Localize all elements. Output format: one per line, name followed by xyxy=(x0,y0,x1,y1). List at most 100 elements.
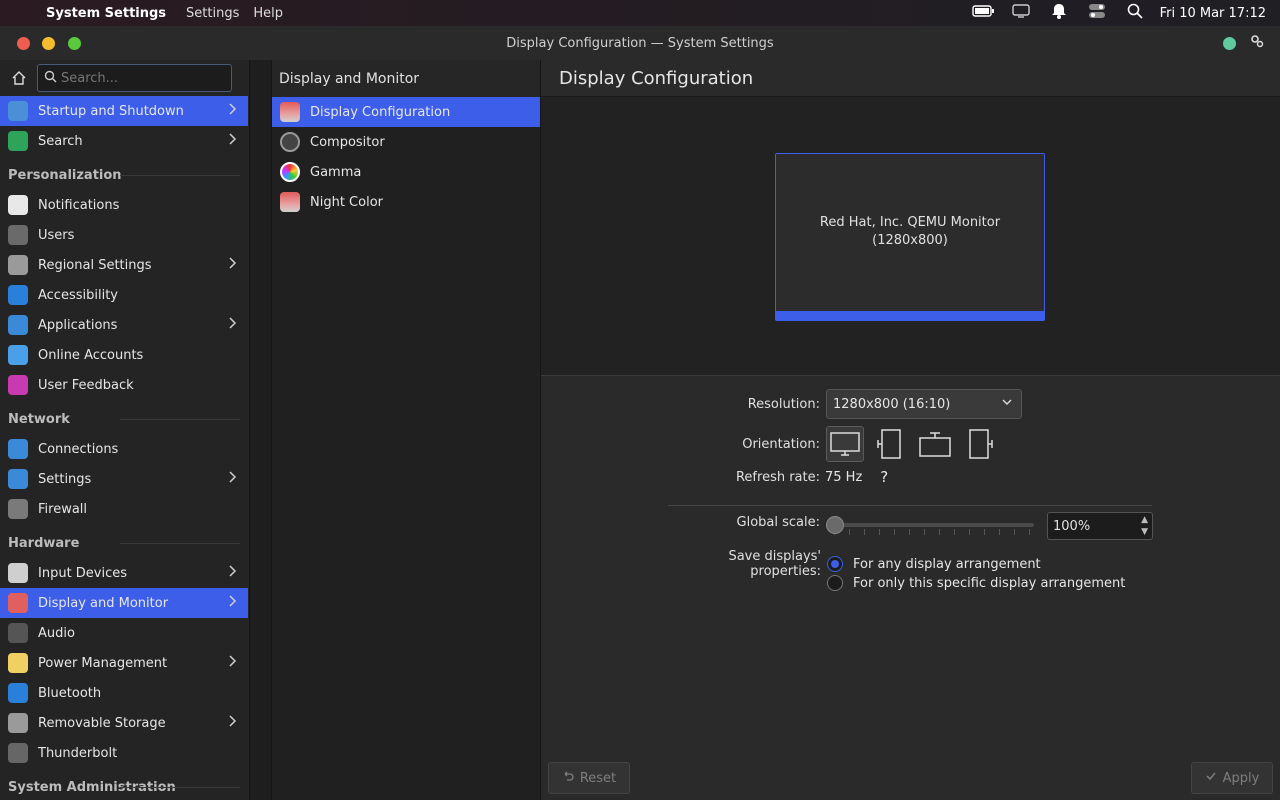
sidebar-item-search[interactable]: Search xyxy=(0,126,248,156)
battery-icon[interactable] xyxy=(964,5,1002,21)
app-menu-name[interactable]: System Settings xyxy=(46,6,166,21)
sidebar-item-accessibility[interactable]: Accessibility xyxy=(0,280,248,310)
subcategory-label: Night Color xyxy=(310,194,383,210)
global-scale-slider[interactable] xyxy=(826,515,1034,535)
monitor-preview[interactable]: Red Hat, Inc. QEMU Monitor (1280x800) xyxy=(775,153,1045,321)
thunderbolt-icon xyxy=(8,743,28,763)
orientation-label: Orientation: xyxy=(742,436,820,452)
sidebar-item-regional-settings[interactable]: Regional Settings xyxy=(0,250,248,280)
section-divider xyxy=(120,175,240,176)
sidebar-item-firewall[interactable]: Firewall xyxy=(0,494,248,524)
save-properties-label: Save displays' properties: xyxy=(728,549,821,579)
help-icon[interactable]: ? xyxy=(880,468,888,486)
chevron-down-icon xyxy=(1001,396,1013,411)
subcategory-night-color[interactable]: Night Color xyxy=(272,187,540,217)
maximize-window-button[interactable] xyxy=(68,37,81,50)
sidebar-item-removable-storage[interactable]: Removable Storage xyxy=(0,708,248,738)
clock[interactable]: Fri 10 Mar 17:12 xyxy=(1160,6,1266,21)
search-settings-icon xyxy=(8,131,28,151)
apply-button[interactable]: Apply xyxy=(1191,762,1273,794)
sidebar-item-connections[interactable]: Connections xyxy=(0,434,248,464)
settings-divider xyxy=(668,505,1152,506)
global-scale-spinbox[interactable]: 100% ▲ ▼ xyxy=(1047,512,1153,540)
radio-any-arrangement[interactable] xyxy=(827,556,843,572)
notification-bell-icon[interactable] xyxy=(1040,3,1078,23)
sidebar-item-label: Firewall xyxy=(38,501,88,517)
input-devices-icon xyxy=(8,563,28,583)
bluetooth-icon xyxy=(8,683,28,703)
notifications-icon xyxy=(8,195,28,215)
apply-label: Apply xyxy=(1222,770,1260,786)
settings-gear-icon[interactable] xyxy=(1250,34,1264,52)
connections-icon xyxy=(8,439,28,459)
sidebar-item-label: Power Management xyxy=(38,655,168,671)
orientation-portrait-left-button[interactable] xyxy=(871,426,909,462)
regional-icon xyxy=(8,255,28,275)
sidebar-item-input-devices[interactable]: Input Devices xyxy=(0,558,248,588)
chevron-right-icon xyxy=(228,132,238,150)
sidebar-item-bluetooth[interactable]: Bluetooth xyxy=(0,678,248,708)
search-input[interactable] xyxy=(61,70,221,86)
sidebar-item-startup-and-shutdown[interactable]: Startup and Shutdown xyxy=(0,96,248,126)
global-scale-label: Global scale: xyxy=(736,515,820,530)
startup-icon xyxy=(8,101,28,121)
chevron-right-icon xyxy=(228,564,238,582)
compositor-icon xyxy=(280,132,300,152)
subcategory-compositor[interactable]: Compositor xyxy=(272,127,540,157)
home-icon[interactable] xyxy=(8,67,30,89)
night-color-icon xyxy=(280,192,300,212)
sidebar-item-user-feedback[interactable]: User Feedback xyxy=(0,370,248,400)
sidebar-item-label: User Feedback xyxy=(38,377,134,393)
orientation-flipped-button[interactable] xyxy=(916,426,954,462)
search-icon xyxy=(44,70,57,87)
global-scale-value: 100% xyxy=(1053,518,1091,534)
chevron-right-icon xyxy=(228,256,238,274)
subcategory-gamma[interactable]: Gamma xyxy=(272,157,540,187)
sidebar-item-audio[interactable]: Audio xyxy=(0,618,248,648)
sidebar-item-display-and-monitor[interactable]: Display and Monitor xyxy=(0,588,248,618)
gamma-icon xyxy=(280,162,300,182)
menu-help[interactable]: Help xyxy=(253,6,283,21)
subcategory-display-configuration[interactable]: Display Configuration xyxy=(272,97,540,127)
radio-specific-arrangement-label[interactable]: For only this specific display arrangeme… xyxy=(853,576,1125,591)
page-title: Display Configuration xyxy=(541,60,1280,97)
sidebar-item-settings[interactable]: Settings xyxy=(0,464,248,494)
close-window-button[interactable] xyxy=(17,37,30,50)
orientation-portrait-right-button[interactable] xyxy=(961,426,999,462)
accessibility-icon xyxy=(8,285,28,305)
sidebar-item-label: Bluetooth xyxy=(38,685,102,701)
online-accounts-icon xyxy=(8,345,28,365)
sidebar-item-label: Users xyxy=(38,227,75,243)
spin-arrows-icon[interactable]: ▲ ▼ xyxy=(1141,514,1148,538)
sidebar-item-label: Search xyxy=(38,133,83,149)
display-mirror-icon[interactable] xyxy=(1002,4,1040,22)
minimize-window-button[interactable] xyxy=(42,37,55,50)
portrait-right-monitor-icon xyxy=(969,429,993,459)
sidebar-search-field[interactable] xyxy=(37,64,232,92)
resolution-dropdown[interactable]: 1280x800 (16:10) xyxy=(826,389,1022,419)
reset-label: Reset xyxy=(579,770,617,786)
sidebar-section-title: Network xyxy=(8,412,70,427)
slider-handle[interactable] xyxy=(826,516,844,534)
radio-specific-arrangement[interactable] xyxy=(827,575,843,591)
control-center-icon[interactable] xyxy=(1078,3,1116,23)
sidebar-item-online-accounts[interactable]: Online Accounts xyxy=(0,340,248,370)
status-dot-icon[interactable] xyxy=(1223,36,1236,50)
sidebar-item-notifications[interactable]: Notifications xyxy=(0,190,248,220)
sidebar-item-users[interactable]: Users xyxy=(0,220,248,250)
sidebar-item-thunderbolt[interactable]: Thunderbolt xyxy=(0,738,248,768)
window-title: Display Configuration — System Settings xyxy=(506,35,774,51)
power-icon xyxy=(8,653,28,673)
checkmark-icon xyxy=(1205,770,1217,786)
spotlight-search-icon[interactable] xyxy=(1116,3,1154,23)
sidebar-item-power-management[interactable]: Power Management xyxy=(0,648,248,678)
section-divider xyxy=(120,787,240,788)
radio-any-arrangement-label[interactable]: For any display arrangement xyxy=(853,557,1041,572)
sidebar-item-label: Audio xyxy=(38,625,75,641)
menu-settings[interactable]: Settings xyxy=(186,6,239,21)
chevron-right-icon xyxy=(228,714,238,732)
reset-button[interactable]: Reset xyxy=(548,762,630,794)
sidebar-item-applications[interactable]: Applications xyxy=(0,310,248,340)
chevron-right-icon xyxy=(228,470,238,488)
orientation-landscape-button[interactable] xyxy=(826,426,864,462)
